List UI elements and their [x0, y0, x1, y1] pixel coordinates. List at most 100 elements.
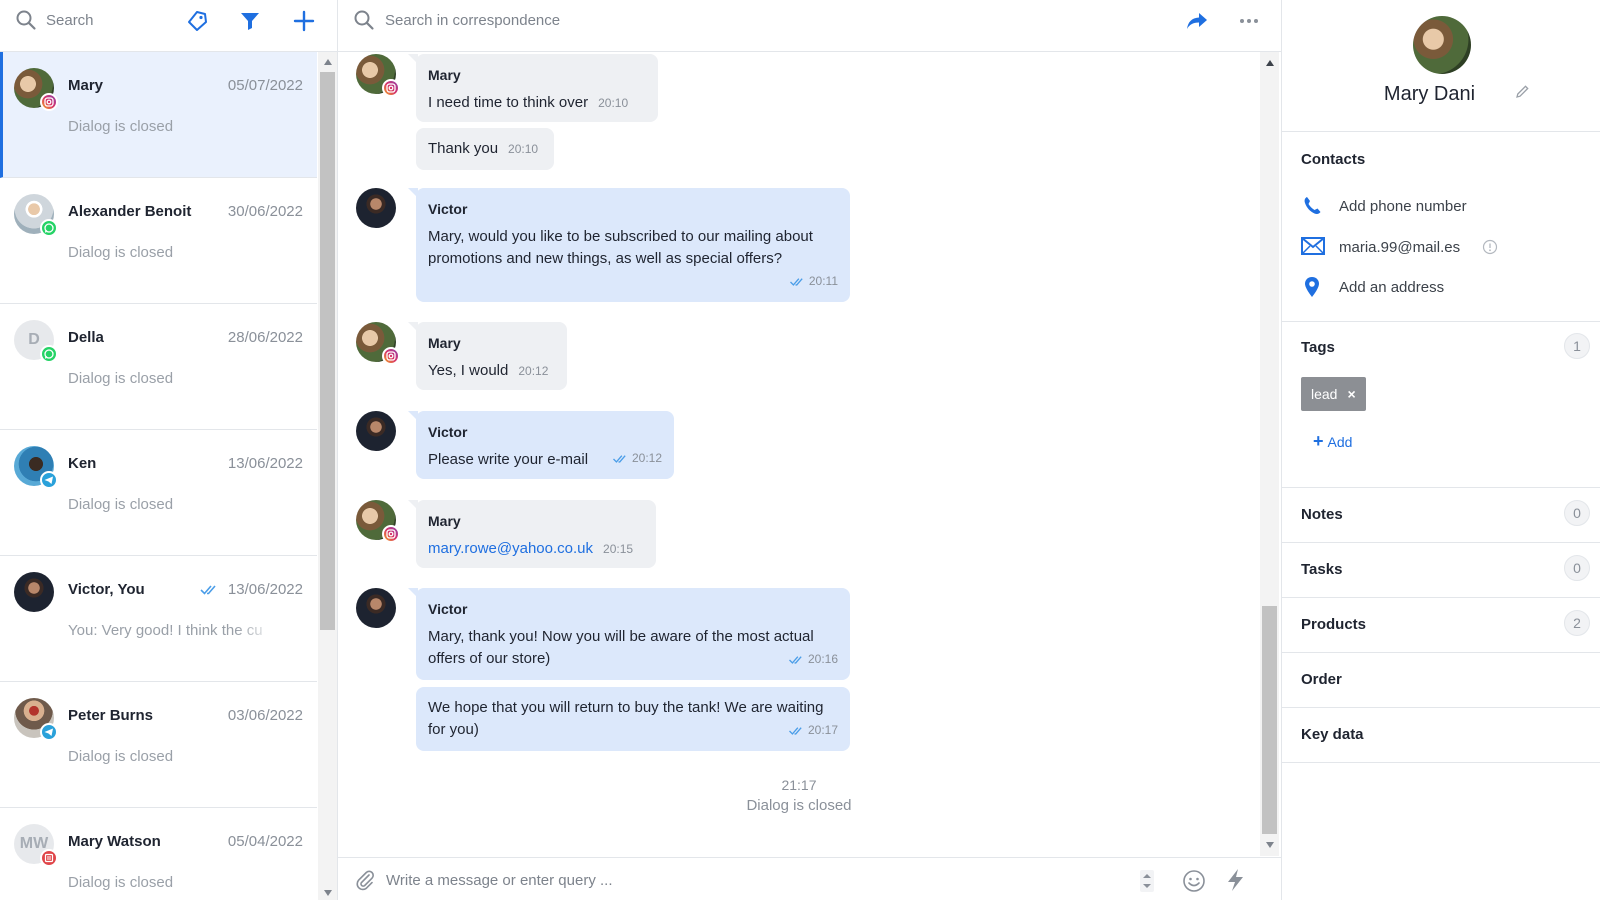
dialog-list-panel: Search Mary 05/07/2022 Dialog is closed	[0, 0, 338, 900]
avatar	[14, 698, 58, 741]
avatar	[356, 322, 400, 365]
dialog-item-della[interactable]: D Della 28/06/2022 Dialog is closed	[0, 304, 317, 430]
message-author: Victor	[428, 424, 468, 440]
instagram-icon	[382, 347, 400, 365]
dialog-item-mary-watson[interactable]: MW Mary Watson 05/04/2022 Dialog is clos…	[0, 808, 317, 900]
avatar	[356, 54, 400, 97]
avatar	[14, 68, 58, 111]
message-time: 20:17	[807, 723, 838, 737]
double-check-icon	[200, 585, 216, 595]
divider	[1282, 487, 1600, 488]
message-input[interactable]	[386, 866, 1086, 894]
divider	[1282, 762, 1600, 763]
divider	[1282, 321, 1600, 322]
message-bubble[interactable]: Victor Please write your e-mail 20:12	[408, 411, 674, 479]
dialog-status: Dialog is closed	[68, 118, 174, 135]
section-order[interactable]: Order	[1301, 671, 1342, 688]
dialog-date: 30/06/2022	[227, 203, 303, 220]
message-bubble[interactable]: Victor Mary, thank you! Now you will be …	[408, 588, 850, 680]
more-icon[interactable]	[1238, 10, 1260, 32]
message-bubble[interactable]: Mary Yes, I would 20:12	[408, 322, 567, 390]
message-bubble[interactable]: Victor Mary, would you like to be subscr…	[408, 188, 850, 302]
tag-icon[interactable]	[186, 10, 208, 32]
dialog-item-ken[interactable]: Ken 13/06/2022 Dialog is closed	[0, 430, 317, 556]
message-bubble[interactable]: We hope that you will return to buy the …	[416, 687, 850, 751]
scroll-down-icon[interactable]	[324, 890, 332, 896]
email-row[interactable]: maria.99@mail.es	[1301, 236, 1541, 260]
dialog-name: Peter Burns	[68, 707, 154, 724]
dialog-item-mary[interactable]: Mary 05/07/2022 Dialog is closed	[0, 52, 317, 178]
products-count: 2	[1564, 610, 1590, 636]
message-time: 20:12	[631, 451, 662, 465]
double-check-icon	[789, 278, 803, 286]
message-bubble[interactable]: Thank you 20:10	[416, 128, 554, 170]
system-time: 21:17	[781, 777, 817, 793]
message-author: Mary	[428, 67, 461, 83]
add-tag-label: Add	[1327, 434, 1353, 450]
profile-name: Mary Dani	[1383, 83, 1476, 105]
message-time-wrap: 20:16	[788, 648, 838, 670]
dialog-date: 13/06/2022	[227, 581, 303, 598]
double-check-icon	[788, 656, 802, 664]
telegram-icon	[40, 471, 58, 489]
contacts-title: Contacts	[1301, 151, 1366, 168]
message-text: We hope that you will return to buy the …	[428, 699, 824, 738]
dialog-date: 03/06/2022	[227, 707, 303, 724]
info-icon[interactable]	[1482, 239, 1498, 255]
tags-count: 1	[1564, 333, 1590, 359]
contact-details-panel: Mary Dani Contacts Add phone number mari…	[1281, 0, 1600, 900]
scroll-up-icon[interactable]	[1266, 60, 1274, 66]
filter-icon[interactable]	[240, 11, 260, 31]
section-notes[interactable]: Notes	[1301, 506, 1343, 523]
scrollbar-thumb[interactable]	[320, 72, 335, 630]
scroll-down-icon[interactable]	[1266, 842, 1274, 848]
avatar	[14, 194, 58, 237]
section-key-data[interactable]: Key data	[1301, 726, 1364, 743]
add-phone-label: Add phone number	[1339, 198, 1467, 215]
stepper-icon[interactable]	[1140, 870, 1154, 892]
message-time: 20:15	[603, 542, 634, 556]
location-pin-icon	[1305, 277, 1319, 297]
conversation-panel: Search in correspondence Mary I need tim…	[338, 0, 1281, 900]
avatar	[356, 411, 396, 451]
search-icon[interactable]	[15, 9, 37, 31]
dialog-item-peter-burns[interactable]: Peter Burns 03/06/2022 Dialog is closed	[0, 682, 317, 808]
message-feed-scrollbar[interactable]	[1260, 52, 1279, 856]
instagram-icon	[382, 525, 400, 543]
dialog-list-scrollbar[interactable]	[318, 52, 337, 900]
whatsapp-icon	[40, 345, 58, 363]
dialog-name: Alexander Benoit	[68, 203, 192, 220]
search-icon[interactable]	[353, 9, 375, 31]
dialog-search-input[interactable]: Search	[46, 12, 94, 29]
paperclip-icon[interactable]	[354, 869, 376, 891]
tags-title: Tags	[1301, 339, 1335, 356]
section-products[interactable]: Products	[1301, 616, 1366, 633]
profile-avatar[interactable]	[1413, 16, 1471, 74]
dialog-name: Della	[68, 329, 104, 346]
smile-icon[interactable]	[1182, 869, 1206, 893]
close-icon[interactable]: ×	[1347, 386, 1355, 402]
forward-icon[interactable]	[1185, 10, 1209, 32]
tag-chip-lead[interactable]: lead ×	[1301, 377, 1366, 411]
notes-count: 0	[1564, 500, 1590, 526]
dialog-name: Mary Watson	[68, 833, 161, 850]
message-text: Mary, would you like to be subscribed to…	[428, 228, 813, 267]
section-tasks[interactable]: Tasks	[1301, 561, 1342, 578]
dialog-item-victor[interactable]: Victor, You 13/06/2022 You: Very good! I…	[0, 556, 317, 682]
email-link[interactable]: mary.rowe@yahoo.co.uk	[428, 540, 593, 557]
message-bubble[interactable]: Mary I need time to think over 20:10	[408, 54, 658, 122]
pencil-icon[interactable]	[1514, 84, 1530, 100]
dialog-list-toolbar: Search	[0, 0, 338, 52]
dialog-item-alexander-benoit[interactable]: Alexander Benoit 30/06/2022 Dialog is cl…	[0, 178, 317, 304]
avatar: MW	[14, 824, 58, 867]
message-bubble[interactable]: Mary mary.rowe@yahoo.co.uk 20:15	[408, 500, 656, 568]
plus-icon[interactable]	[293, 10, 315, 32]
dialog-date: 05/04/2022	[227, 833, 303, 850]
dialog-status: You: Very good! I think the cu	[68, 622, 263, 639]
scrollbar-thumb[interactable]	[1262, 606, 1277, 834]
correspondence-search-input[interactable]: Search in correspondence	[385, 12, 560, 29]
scroll-up-icon[interactable]	[324, 59, 332, 65]
bolt-icon[interactable]	[1224, 868, 1246, 892]
message-author: Mary	[428, 335, 461, 351]
add-tag-button[interactable]: + Add	[1313, 431, 1352, 452]
